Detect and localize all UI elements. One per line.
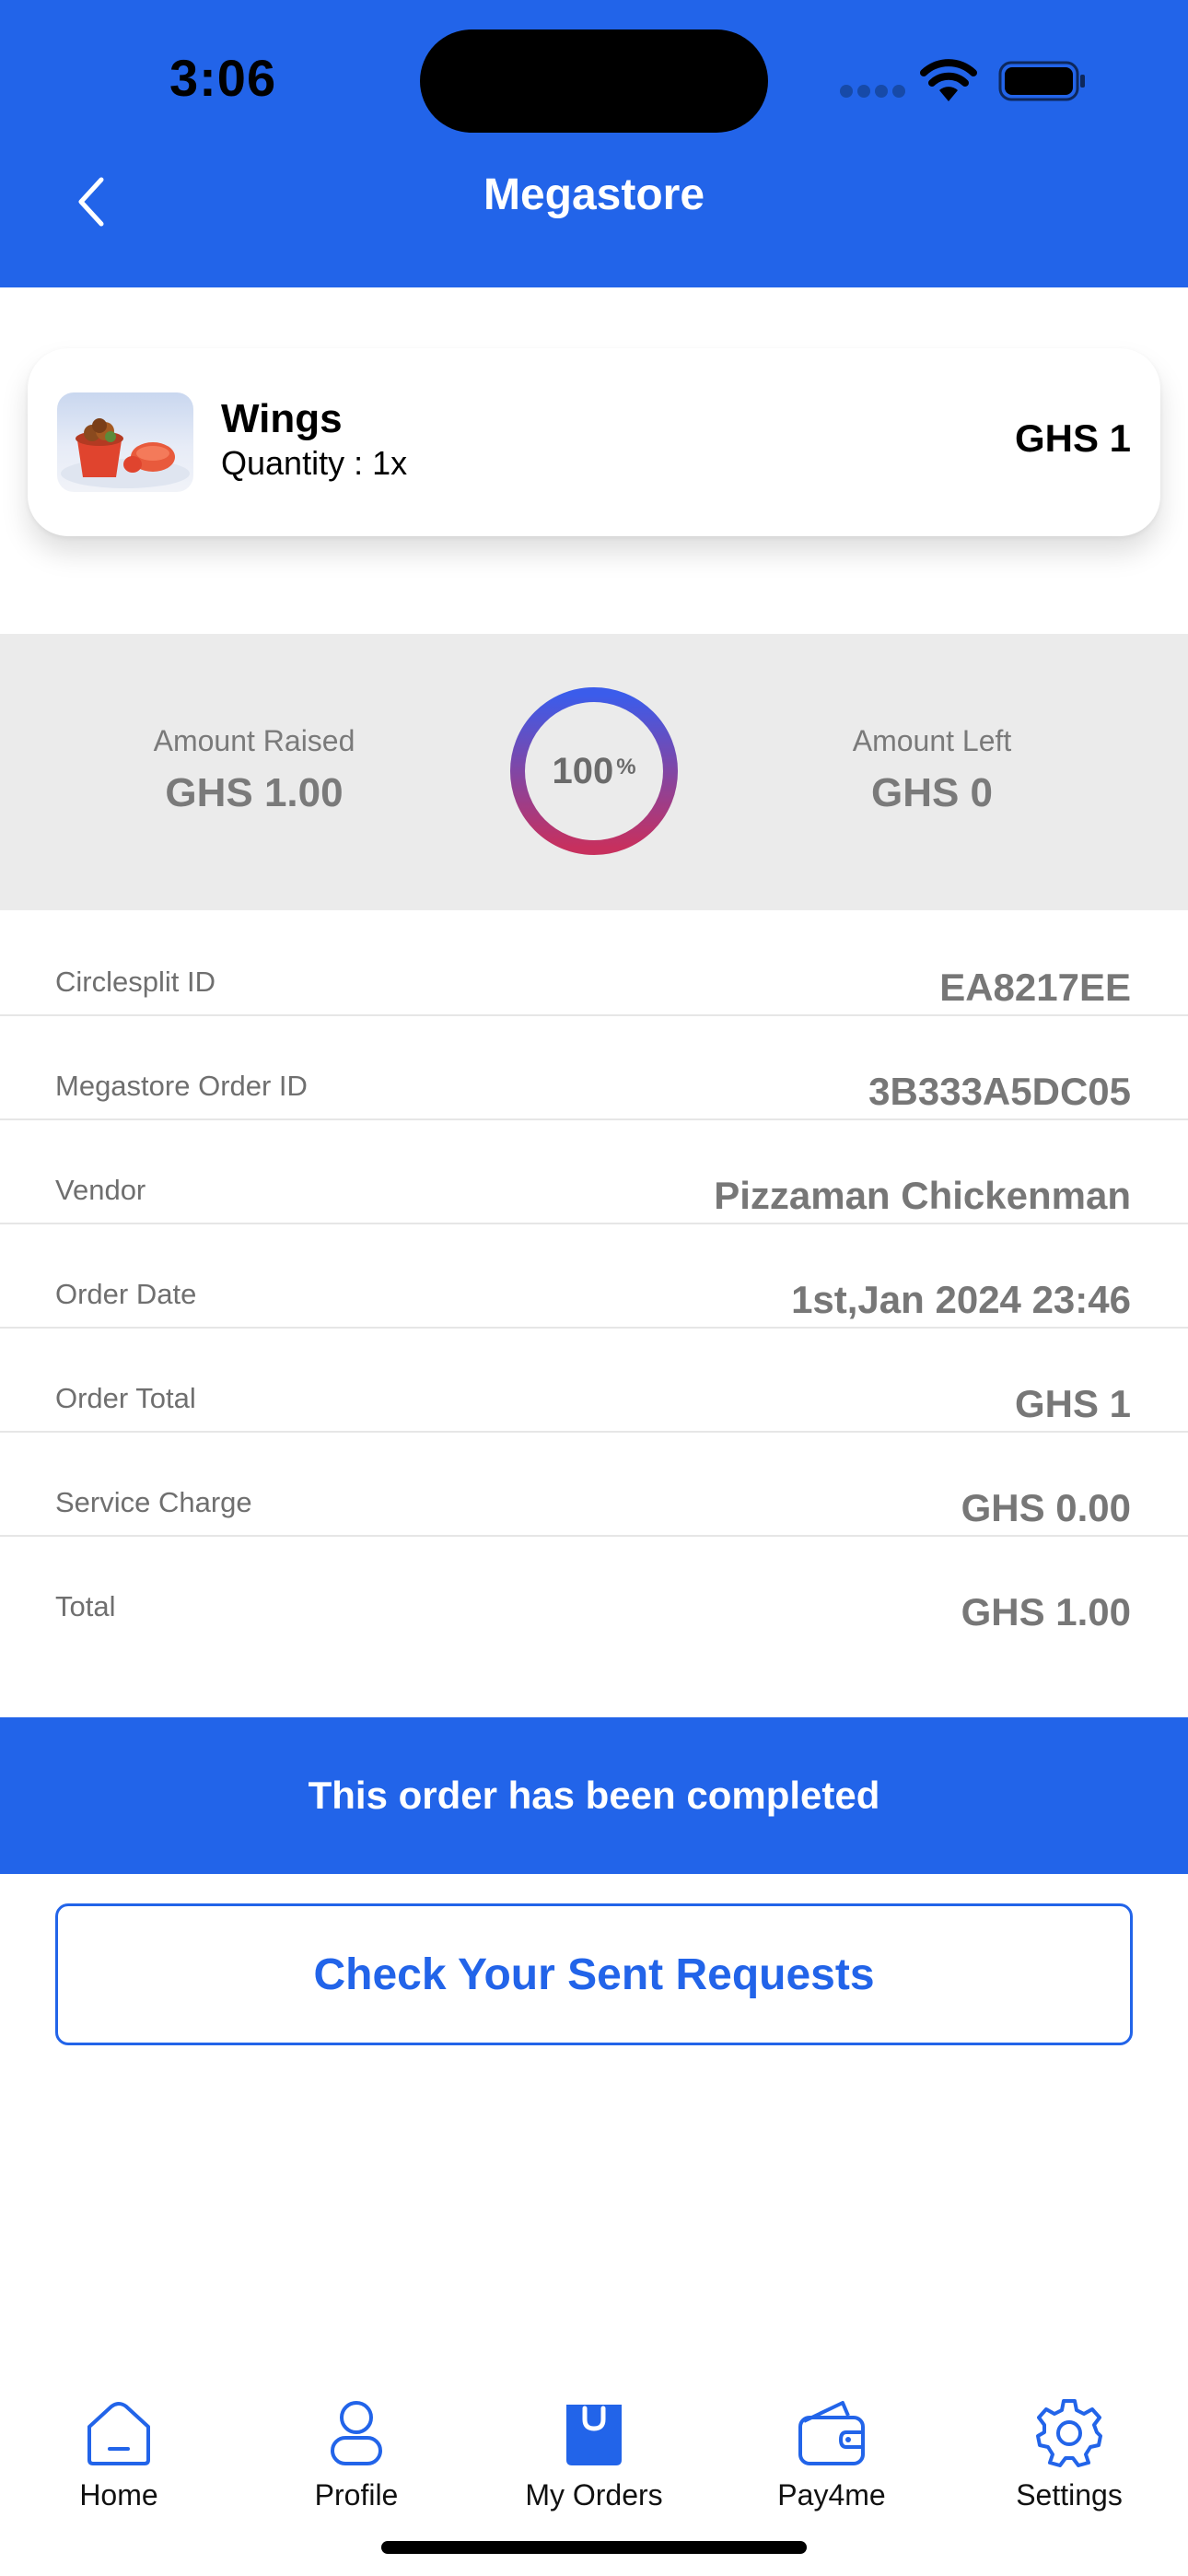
tab-profile-label: Profile: [314, 2478, 399, 2512]
tab-settings[interactable]: Settings: [977, 2395, 1161, 2515]
progress-percent: 100%: [508, 685, 680, 857]
wallet-icon: [798, 2401, 865, 2465]
item-image: [57, 392, 193, 492]
detail-row-service-charge: Service Charge GHS 0.00: [0, 1433, 1188, 1537]
tab-pay4me-label: Pay4me: [777, 2478, 886, 2512]
detail-label: Circlesplit ID: [55, 966, 215, 998]
profile-icon: [331, 2401, 382, 2465]
check-sent-requests-button[interactable]: Check Your Sent Requests: [55, 1903, 1133, 2045]
header-bar: 3:06 Megastore: [0, 0, 1188, 287]
tab-my-orders[interactable]: My Orders: [502, 2395, 686, 2515]
cellular-signal-icon: [840, 85, 906, 98]
detail-value: GHS 0.00: [961, 1486, 1131, 1529]
amount-raised-label: Amount Raised: [153, 724, 355, 757]
item-quantity: Quantity : 1x: [221, 444, 408, 482]
tab-settings-label: Settings: [1016, 2478, 1123, 2512]
order-details-list: Circlesplit ID EA8217EE Megastore Order …: [0, 912, 1188, 1641]
order-completed-banner: This order has been completed: [0, 1717, 1188, 1874]
page-title: Megastore: [483, 170, 705, 219]
detail-value: GHS 1.00: [961, 1590, 1131, 1633]
wifi-icon: [920, 59, 977, 101]
detail-label: Megastore Order ID: [55, 1070, 308, 1102]
detail-row-order-date: Order Date 1st,Jan 2024 23:46: [0, 1224, 1188, 1329]
detail-row-total: Total GHS 1.00: [0, 1537, 1188, 1641]
tab-pay4me[interactable]: Pay4me: [740, 2395, 924, 2515]
progress-percent-value: 100: [552, 750, 614, 791]
detail-label: Total: [55, 1590, 116, 1622]
tab-home-label: Home: [79, 2478, 158, 2512]
tab-my-orders-label: My Orders: [525, 2478, 663, 2512]
item-price: GHS 1: [1014, 416, 1131, 460]
detail-row-circlesplit-id: Circlesplit ID EA8217EE: [0, 912, 1188, 1016]
detail-value: Pizzaman Chickenman: [714, 1174, 1131, 1217]
progress-percent-symbol: %: [616, 755, 636, 779]
amount-left-label: Amount Left: [852, 724, 1012, 757]
shopping-bag-icon: [566, 2405, 622, 2465]
home-indicator: [381, 2541, 807, 2554]
gear-icon: [1036, 2399, 1102, 2467]
dynamic-island: [420, 29, 768, 133]
status-time: 3:06: [169, 49, 277, 107]
detail-value: EA8217EE: [939, 966, 1131, 1009]
detail-label: Order Total: [55, 1382, 196, 1414]
detail-value: 3B333A5DC05: [868, 1070, 1131, 1113]
home-icon: [87, 2402, 150, 2465]
detail-row-order-total: Order Total GHS 1: [0, 1329, 1188, 1433]
battery-icon: [998, 61, 1085, 101]
bottom-tab-bar: Home Profile My Orders Pay4me Settings: [0, 2377, 1188, 2515]
detail-label: Vendor: [55, 1174, 146, 1206]
detail-value: GHS 1: [1014, 1382, 1131, 1425]
amount-left-value: GHS 0: [870, 770, 994, 815]
detail-row-vendor: Vendor Pizzaman Chickenman: [0, 1120, 1188, 1224]
detail-value: 1st,Jan 2024 23:46: [791, 1278, 1131, 1321]
tab-home[interactable]: Home: [27, 2395, 211, 2515]
detail-label: Order Date: [55, 1278, 197, 1310]
detail-label: Service Charge: [55, 1486, 252, 1518]
tab-profile[interactable]: Profile: [264, 2395, 448, 2515]
item-name: Wings: [221, 396, 343, 441]
order-item-card: Wings Quantity : 1x GHS 1: [28, 348, 1160, 536]
amount-raised-value: GHS 1.00: [165, 770, 344, 815]
funding-progress-section: Amount Raised GHS 1.00 100% Amount Left …: [0, 634, 1188, 910]
detail-row-megastore-order-id: Megastore Order ID 3B333A5DC05: [0, 1016, 1188, 1120]
